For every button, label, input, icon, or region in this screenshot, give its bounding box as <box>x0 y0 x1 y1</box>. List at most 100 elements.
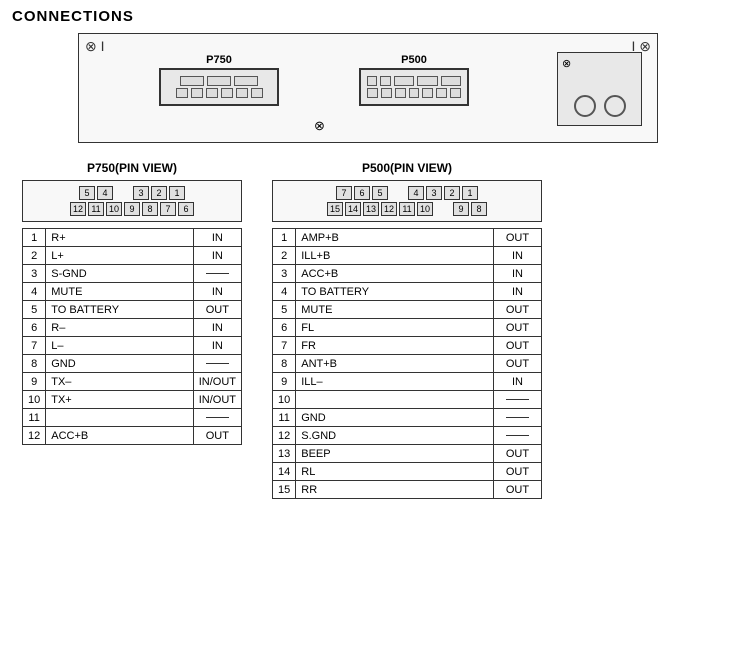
pin-name: RR <box>296 481 494 499</box>
pv-spacer <box>390 186 406 200</box>
pv-cell: 1 <box>462 186 478 200</box>
table-row: 7 L– IN <box>23 337 242 355</box>
pv-cell: 11 <box>88 202 104 216</box>
pin-number: 14 <box>273 463 296 481</box>
pin-name: GND <box>296 409 494 427</box>
p500-table: 1 AMP+B OUT 2 ILL+B IN 3 ACC+B IN 4 TO B… <box>272 228 542 499</box>
table-row: 8 ANT+B OUT <box>273 355 542 373</box>
p500-top-row: 7 6 5 4 3 2 1 <box>336 186 478 200</box>
pin-name: L– <box>46 337 193 355</box>
pin-dir: OUT <box>494 355 542 373</box>
pv-cell: 4 <box>408 186 424 200</box>
table-row: 6 FL OUT <box>273 319 542 337</box>
p500-pin-view-diagram: 7 6 5 4 3 2 1 15 14 13 12 11 10 9 8 <box>272 180 542 222</box>
device-diagram: ⊗ I I ⊗ P750 P500 <box>78 33 658 143</box>
pin-dir: OUT <box>494 319 542 337</box>
pin-dir: OUT <box>494 481 542 499</box>
dash-line <box>206 417 228 418</box>
pv-cell: 4 <box>97 186 113 200</box>
pin-number: 10 <box>273 391 296 409</box>
pin-dir: IN <box>494 373 542 391</box>
pin-number: 4 <box>273 283 296 301</box>
pin-number: 6 <box>23 319 46 337</box>
pin-dir: IN <box>193 337 241 355</box>
p500-table-wrap: P500(PIN VIEW) 7 6 5 4 3 2 1 15 14 13 12… <box>272 161 542 499</box>
pin-name: S.GND <box>296 427 494 445</box>
pin-name: RL <box>296 463 494 481</box>
pv-spacer <box>115 186 131 200</box>
dash-line <box>206 273 228 274</box>
pv-cell: 1 <box>169 186 185 200</box>
pin-dir: OUT <box>494 337 542 355</box>
pin-number: 11 <box>273 409 296 427</box>
table-row: 6 R– IN <box>23 319 242 337</box>
table-row: 2 ILL+B IN <box>273 247 542 265</box>
pv-cell: 10 <box>417 202 433 216</box>
pin-dir: IN/OUT <box>193 391 241 409</box>
pv-spacer <box>435 202 451 216</box>
pin-number: 8 <box>273 355 296 373</box>
dash-line <box>506 399 528 400</box>
p750-table-wrap: P750(PIN VIEW) 5 4 3 2 1 12 11 10 9 8 7 … <box>22 161 242 499</box>
p750-bot-row: 12 11 10 9 8 7 6 <box>70 202 194 216</box>
pv-cell: 10 <box>106 202 122 216</box>
cross-icon-tl: ⊗ I <box>85 38 105 55</box>
pin-dir: OUT <box>193 301 241 319</box>
pin-number: 2 <box>273 247 296 265</box>
p750-pin-view-title: P750(PIN VIEW) <box>22 161 242 175</box>
p750-body <box>159 68 279 106</box>
pin-name: L+ <box>46 247 193 265</box>
pv-cell: 7 <box>336 186 352 200</box>
table-row: 5 MUTE OUT <box>273 301 542 319</box>
right-connector-box: ⊗ <box>557 52 642 126</box>
table-row: 12 ACC+B OUT <box>23 427 242 445</box>
p500-diagram-label: P500 <box>359 54 469 66</box>
pin-number: 5 <box>23 301 46 319</box>
table-row: 2 L+ IN <box>23 247 242 265</box>
table-row: 1 AMP+B OUT <box>273 229 542 247</box>
pin-name: TO BATTERY <box>46 301 193 319</box>
pin-dir: IN <box>193 247 241 265</box>
table-row: 10 TX+ IN/OUT <box>23 391 242 409</box>
pin-name: MUTE <box>296 301 494 319</box>
table-row: 10 <box>273 391 542 409</box>
p750-pin-view-diagram: 5 4 3 2 1 12 11 10 9 8 7 6 <box>22 180 242 222</box>
pv-cell: 8 <box>471 202 487 216</box>
pin-name: R– <box>46 319 193 337</box>
tables-section: P750(PIN VIEW) 5 4 3 2 1 12 11 10 9 8 7 … <box>12 161 724 499</box>
pv-cell: 7 <box>160 202 176 216</box>
pv-cell: 11 <box>399 202 415 216</box>
p500-body <box>359 68 469 106</box>
pin-dir: IN <box>193 319 241 337</box>
pin-name: TX– <box>46 373 193 391</box>
pin-number: 9 <box>273 373 296 391</box>
pin-name: ANT+B <box>296 355 494 373</box>
pv-cell: 8 <box>142 202 158 216</box>
table-row: 15 RR OUT <box>273 481 542 499</box>
table-row: 8 GND <box>23 355 242 373</box>
pv-cell: 6 <box>178 202 194 216</box>
pv-cell: 5 <box>79 186 95 200</box>
table-row: 9 ILL– IN <box>273 373 542 391</box>
p750-top-row: 5 4 3 2 1 <box>79 186 185 200</box>
pin-dir: OUT <box>494 301 542 319</box>
pv-cell: 3 <box>133 186 149 200</box>
pin-name: BEEP <box>296 445 494 463</box>
pin-number: 3 <box>273 265 296 283</box>
pin-number: 13 <box>273 445 296 463</box>
pin-name: FR <box>296 337 494 355</box>
pin-dir: OUT <box>494 445 542 463</box>
pin-number: 10 <box>23 391 46 409</box>
table-row: 11 <box>23 409 242 427</box>
pin-number: 1 <box>273 229 296 247</box>
pin-dir <box>193 355 241 373</box>
dash-line <box>506 435 528 436</box>
p500-bot-row: 15 14 13 12 11 10 9 8 <box>327 202 487 216</box>
pin-number: 4 <box>23 283 46 301</box>
pin-name: FL <box>296 319 494 337</box>
pin-dir: IN/OUT <box>193 373 241 391</box>
pin-number: 7 <box>23 337 46 355</box>
pin-name: TO BATTERY <box>296 283 494 301</box>
pin-name: ILL– <box>296 373 494 391</box>
pin-number: 2 <box>23 247 46 265</box>
